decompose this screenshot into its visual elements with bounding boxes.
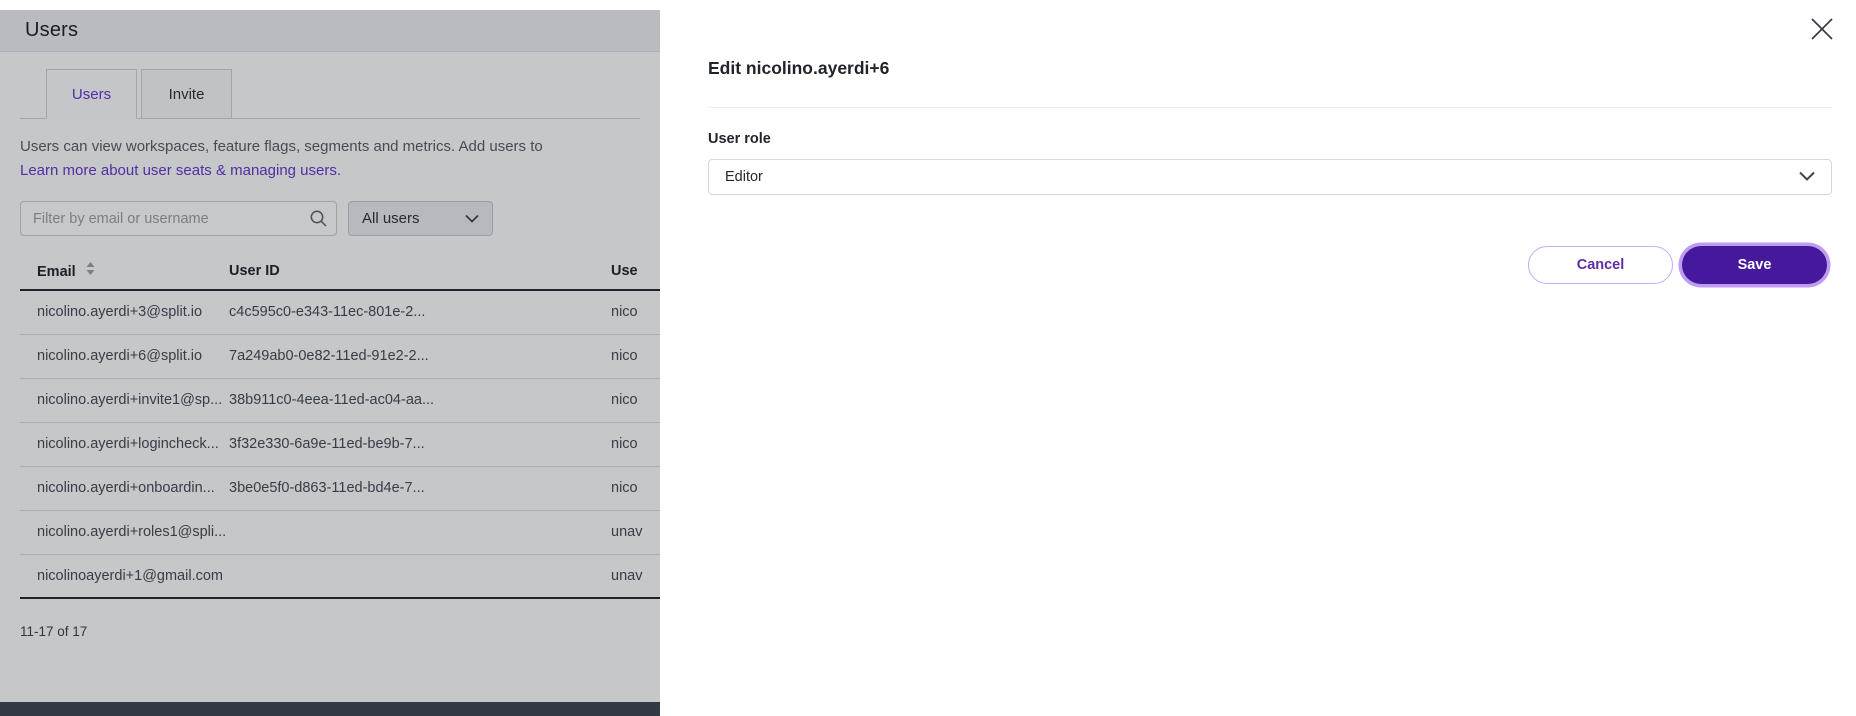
divider	[708, 107, 1832, 108]
save-button[interactable]: Save	[1682, 246, 1827, 284]
edit-user-modal: Edit nicolino.ayerdi+6 User role Editor …	[660, 0, 1856, 716]
chevron-down-icon	[1799, 169, 1815, 185]
user-role-label: User role	[708, 131, 771, 147]
modal-title: Edit nicolino.ayerdi+6	[708, 58, 889, 79]
user-role-select[interactable]: Editor	[708, 159, 1832, 195]
modal-overlay[interactable]	[0, 10, 660, 716]
close-icon[interactable]	[1805, 12, 1839, 46]
user-role-value: Editor	[725, 169, 763, 185]
cancel-button[interactable]: Cancel	[1528, 246, 1673, 284]
